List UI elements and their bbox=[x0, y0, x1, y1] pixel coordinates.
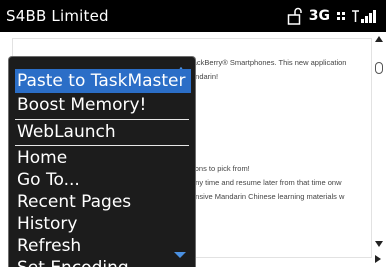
menu-item-go-to[interactable]: Go To... bbox=[15, 168, 191, 192]
scroll-down-arrow-icon[interactable] bbox=[374, 240, 384, 248]
menu-item-home[interactable]: Home bbox=[15, 146, 191, 170]
page-text-line: lackBerry® Smartphones. This new applica… bbox=[191, 58, 347, 67]
signal-strength-icon bbox=[352, 10, 376, 23]
menu-item-history[interactable]: History bbox=[15, 212, 191, 236]
scroll-right-arrow-icon[interactable] bbox=[374, 254, 382, 264]
page-text-line: ensive Mandarin Chinese learning materia… bbox=[191, 192, 345, 201]
context-menu: Paste to TaskMaster Boost Memory! WebLau… bbox=[8, 56, 196, 267]
status-bar: S4BB Limited 3G bbox=[0, 0, 386, 32]
vertical-scrollbar[interactable] bbox=[372, 32, 386, 267]
menu-item-boost-memory[interactable]: Boost Memory! bbox=[15, 93, 191, 117]
carrier-name: S4BB Limited bbox=[6, 7, 109, 25]
menu-item-weblaunch[interactable]: WebLaunch bbox=[15, 120, 191, 144]
menu-item-recent-pages[interactable]: Recent Pages bbox=[15, 190, 191, 214]
network-type-label: 3G bbox=[308, 8, 330, 24]
page-text-line: any time and resume later from that time… bbox=[191, 178, 342, 187]
data-transfer-icon bbox=[337, 12, 345, 20]
status-indicators: 3G bbox=[287, 6, 378, 26]
menu-item-refresh[interactable]: Refresh bbox=[15, 234, 191, 258]
page-text-line: sons to pick from! bbox=[191, 164, 250, 173]
menu-item-set-encoding[interactable]: Set Encoding bbox=[15, 256, 191, 267]
scroll-up-arrow-icon[interactable] bbox=[374, 35, 384, 43]
scroll-thumb[interactable] bbox=[375, 62, 383, 74]
menu-scroll-down-icon[interactable] bbox=[173, 251, 187, 259]
menu-item-paste-to-taskmaster[interactable]: Paste to TaskMaster bbox=[15, 69, 191, 93]
padlock-icon bbox=[287, 7, 302, 25]
